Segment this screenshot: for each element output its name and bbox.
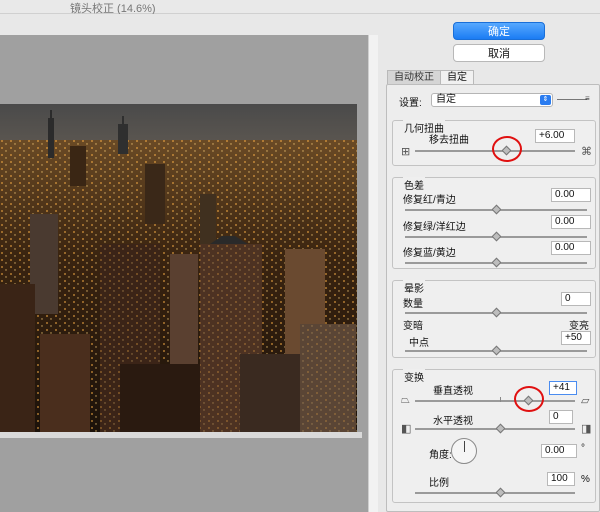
perspective-horizontal-right-icon: ◨: [581, 423, 592, 435]
settings-select-value: 自定: [436, 94, 456, 105]
chromatic-aberration-group: 色差 修复红/青边 0.00 修复绿/洋红边 0.00 修复蓝/黄边 0.00: [392, 177, 596, 269]
cancel-button[interactable]: 取消: [453, 44, 545, 62]
midpoint-thumb[interactable]: [491, 345, 502, 356]
blue-yellow-input[interactable]: 0.00: [551, 241, 591, 255]
tab-custom[interactable]: 自定: [440, 70, 474, 84]
blue-yellow-label: 修复蓝/黄边: [403, 248, 456, 259]
angle-dial[interactable]: [451, 438, 477, 464]
vignette-title: 晕影: [403, 280, 425, 295]
midpoint-label: 中点: [409, 338, 429, 349]
settings-pane: 确定 取消 自动校正 自定 设置: 自定 ⇕ ≡ 几何扭曲 移去扭曲 +6.00 …: [383, 14, 600, 512]
angle-label: 角度:: [429, 450, 452, 461]
menu-icon[interactable]: ≡: [585, 94, 590, 103]
vignette-amount-label: 数量: [403, 299, 423, 310]
horizontal-perspective-input[interactable]: 0: [549, 410, 573, 424]
perspective-vertical-right-icon: ⏥: [581, 395, 590, 407]
transform-title: 变换: [403, 369, 425, 384]
grid-icon: ⊞: [401, 146, 411, 158]
chromatic-title: 色差: [403, 177, 425, 192]
perspective-horizontal-left-icon: ◧: [401, 423, 412, 435]
remove-distortion-label: 移去扭曲: [429, 135, 469, 146]
horizontal-perspective-label: 水平透视: [433, 416, 473, 427]
highlight-ring: [492, 136, 522, 162]
settings-select[interactable]: 自定 ⇕: [431, 93, 553, 107]
perspective-vertical-left-icon: ⏢: [401, 394, 410, 406]
darken-label: 变暗: [403, 321, 423, 332]
city-photo: [0, 104, 357, 432]
horizontal-perspective-thumb[interactable]: [495, 423, 506, 434]
pincushion-icon: ⌘: [581, 146, 592, 158]
green-magenta-input[interactable]: 0.00: [551, 215, 591, 229]
settings-label: 设置:: [399, 98, 422, 109]
ok-button[interactable]: 确定: [453, 22, 545, 40]
remove-distortion-input[interactable]: +6.00: [535, 129, 575, 143]
scale-input[interactable]: 100: [547, 472, 575, 486]
highlight-ring-vertical: [514, 386, 544, 412]
scale-unit: %: [581, 474, 590, 485]
preview-scrollbar[interactable]: [368, 35, 378, 512]
settings-divider: [557, 99, 587, 100]
custom-panel: 设置: 自定 ⇕ ≡ 几何扭曲 移去扭曲 +6.00 ⊞ ⌘ 色差 修复红/青边…: [386, 84, 600, 512]
red-cyan-label: 修复红/青边: [403, 195, 456, 206]
tab-auto-correction[interactable]: 自动校正: [387, 70, 441, 84]
blue-yellow-thumb[interactable]: [491, 257, 502, 268]
vignette-group: 晕影 数量 0 变暗 变亮 中点 +50: [392, 280, 596, 358]
midpoint-input[interactable]: +50: [561, 331, 591, 345]
scale-label: 比例: [429, 478, 449, 489]
angle-input[interactable]: 0.00: [541, 444, 577, 458]
green-magenta-thumb[interactable]: [491, 231, 502, 242]
vertical-perspective-input[interactable]: +41: [549, 381, 577, 395]
dropdown-arrow-icon: ⇕: [540, 95, 551, 105]
geometric-distortion-group: 几何扭曲 移去扭曲 +6.00 ⊞ ⌘: [392, 120, 596, 166]
vertical-perspective-slider[interactable]: [415, 400, 575, 402]
photo-shadow: [0, 432, 362, 438]
transform-group: 变换 垂直透视 +41 ⏢ ⏥ 水平透视 0 ◧ ◨ 角度: 0.00 ° 比例…: [392, 369, 596, 503]
angle-unit: °: [581, 443, 585, 454]
vertical-perspective-label: 垂直透视: [433, 386, 473, 397]
window-title-bar: 镜头校正 (14.6%): [0, 0, 600, 15]
angle-dial-needle: [464, 441, 465, 452]
vignette-amount-thumb[interactable]: [491, 307, 502, 318]
vignette-amount-input[interactable]: 0: [561, 292, 591, 306]
lighten-label: 变亮: [569, 321, 589, 332]
scale-thumb[interactable]: [495, 487, 506, 498]
tab-bar: 自动校正 自定: [387, 70, 474, 84]
vertical-center-tick: [500, 397, 501, 402]
red-cyan-thumb[interactable]: [491, 204, 502, 215]
red-cyan-input[interactable]: 0.00: [551, 188, 591, 202]
green-magenta-label: 修复绿/洋红边: [403, 222, 466, 233]
